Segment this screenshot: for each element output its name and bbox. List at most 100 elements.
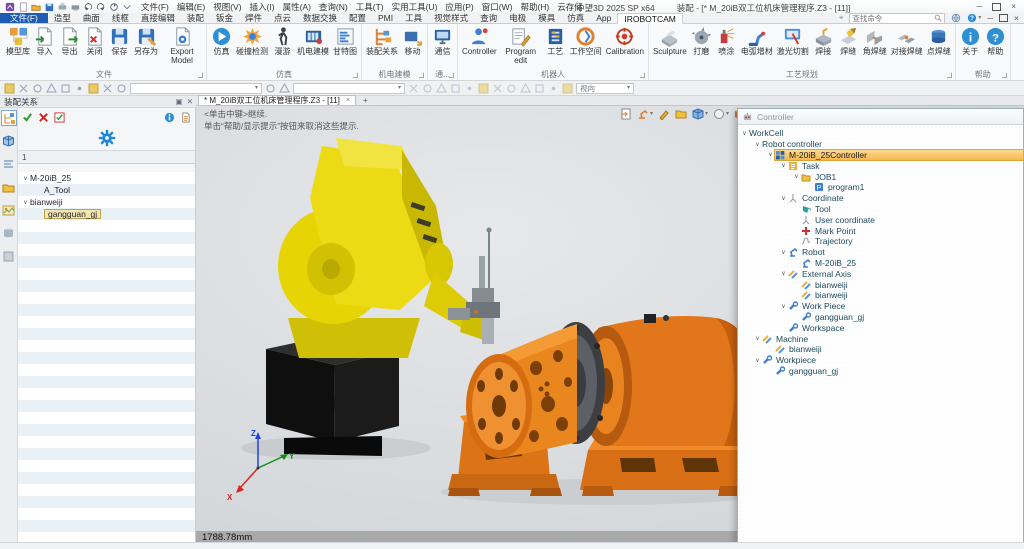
point-filter-icon[interactable] — [32, 83, 43, 94]
context-combo[interactable]: ▾ — [293, 83, 405, 94]
restore-button[interactable] — [992, 3, 1001, 11]
tree-node-bianweiji[interactable]: bianweiji — [738, 344, 1023, 355]
tree-node-m-20ib-25[interactable]: M-20iB_25 — [738, 258, 1023, 269]
ribbon-button-export-model[interactable]: Export Model — [160, 24, 204, 66]
pick-box-icon[interactable] — [422, 83, 433, 94]
ribbon-button-program-edit[interactable]: Program edit — [499, 24, 543, 66]
tree-node-workcell[interactable]: ∨WorkCell — [738, 128, 1023, 139]
expand-chevron-icon[interactable]: ∨ — [21, 199, 30, 206]
tree-node-user-coordinate[interactable]: User coordinate — [738, 214, 1023, 225]
expand-chevron-icon[interactable]: ∨ — [779, 270, 788, 277]
edge-filter-icon[interactable] — [46, 83, 57, 94]
expand-chevron-icon[interactable]: ∨ — [753, 335, 762, 342]
ribbon-button-fillet-weld[interactable]: 角焊缝 — [861, 24, 889, 57]
dialog-launcher-icon[interactable] — [419, 73, 424, 78]
panel-options-icon[interactable]: ▣ — [176, 97, 183, 106]
ribbon-button-about[interactable]: i关于 — [958, 24, 983, 57]
tree-node-tool[interactable]: Tool — [738, 204, 1023, 215]
session-manager-icon[interactable] — [2, 226, 16, 240]
structure-manager-icon[interactable] — [2, 157, 16, 171]
tree-node-bianweiji[interactable]: bianweiji — [738, 279, 1023, 290]
ribbon-tab-irobotcam[interactable]: IROBOTCAM — [617, 13, 682, 24]
ribbon-tab-app[interactable]: App — [590, 13, 617, 23]
ribbon-tab-item[interactable]: 仿真 — [561, 13, 590, 23]
menu-item-t[interactable]: 工具(T) — [356, 1, 384, 13]
axis-display-icon[interactable] — [18, 83, 29, 94]
list-item-a-tool[interactable]: A_Tool — [18, 184, 195, 196]
menu-item-i[interactable]: 插入(I) — [250, 1, 275, 13]
tree-node-program1[interactable]: Pprogram1 — [738, 182, 1023, 193]
tree-node-mark-point[interactable]: Mark Point — [738, 225, 1023, 236]
expand-chevron-icon[interactable]: ∨ — [740, 130, 749, 137]
select-filter-icon[interactable] — [408, 83, 419, 94]
ribbon-button-spraying[interactable]: 喷涂 — [714, 24, 739, 57]
snap-mid-icon[interactable] — [450, 83, 461, 94]
snap-intersect-icon[interactable] — [478, 83, 489, 94]
tree-node-robot[interactable]: ∨Robot — [738, 247, 1023, 258]
expand-chevron-icon[interactable]: ∨ — [779, 162, 788, 169]
assembly-manager-icon[interactable] — [2, 111, 16, 125]
ribbon-button-save[interactable]: 保存 — [107, 24, 132, 57]
grid-display-icon[interactable] — [4, 83, 15, 94]
ribbon-button-controller[interactable]: Controller — [460, 24, 499, 57]
qat-customize-caret-icon[interactable] — [122, 2, 132, 12]
dialog-launcher-icon[interactable] — [449, 73, 454, 78]
snap-grid-icon[interactable] — [534, 83, 545, 94]
ribbon-tab-item[interactable]: 模具 — [532, 13, 561, 23]
menu-item-w[interactable]: 窗口(W) — [482, 1, 513, 13]
document-tab[interactable]: * M_20iB双工位机床管理程序.Z3 - [11] × — [198, 95, 356, 105]
rotate-view-icon[interactable]: ▾ — [713, 108, 729, 120]
ribbon-button-welding[interactable]: 焊接 — [811, 24, 836, 57]
snap-free-icon[interactable] — [562, 83, 573, 94]
ribbon-button-arc-additive[interactable]: 电弧增材 — [739, 24, 775, 57]
ribbon-button-laser-cutting[interactable]: 激光切割 — [775, 24, 811, 57]
list-item-m-20ib-25[interactable]: ∨M-20iB_25 — [18, 172, 195, 184]
tree-node-work-piece[interactable]: ∨Work Piece — [738, 301, 1023, 312]
ribbon-tab-item[interactable]: 工具 — [399, 13, 428, 23]
ribbon-tab-item[interactable]: 钣金 — [210, 13, 239, 23]
dialog-launcher-icon[interactable] — [198, 73, 203, 78]
layer-manager-icon[interactable] — [2, 249, 16, 263]
tree-node-external-axis[interactable]: ∨External Axis — [738, 268, 1023, 279]
tab-close-icon[interactable]: × — [346, 97, 350, 104]
tree-node-robot-controller[interactable]: ∨Robot controller — [738, 139, 1023, 150]
tree-node-gangguan-gj[interactable]: gangguan_gj — [738, 312, 1023, 323]
confirm-check-icon[interactable] — [22, 112, 33, 123]
ribbon-tab-pmi[interactable]: PMI — [372, 13, 399, 23]
expand-chevron-icon[interactable]: ∨ — [779, 303, 788, 310]
ribbon-tab-item[interactable]: 线框 — [106, 13, 135, 23]
menu-item-e[interactable]: 编辑(E) — [177, 1, 205, 13]
ribbon-tab-item[interactable]: 直接编辑 — [135, 13, 181, 23]
ribbon-tab-item[interactable]: 曲面 — [77, 13, 106, 23]
selection-filter-combo[interactable]: ▾ — [130, 83, 262, 94]
menu-item-u[interactable]: 实用工具(U) — [392, 1, 438, 13]
new-tab-button[interactable]: + — [356, 96, 375, 105]
panel-close-icon[interactable]: ✕ — [187, 97, 193, 106]
list-item-gangguan-gj[interactable]: gangguan_gj — [18, 208, 195, 220]
ribbon-button-mechatronic-modeling[interactable]: 机电建模 — [295, 24, 331, 57]
new-file-icon[interactable] — [18, 2, 28, 12]
snap-point-icon[interactable] — [436, 83, 447, 94]
snap-tangent-icon[interactable] — [506, 83, 517, 94]
menu-item-n[interactable]: 查询(N) — [319, 1, 348, 13]
menu-item-v[interactable]: 视图(V) — [213, 1, 241, 13]
help-caret-icon[interactable]: ▾ — [978, 15, 981, 21]
ribbon-button-calibration[interactable]: Calibration — [604, 24, 646, 57]
snap-perp-icon[interactable] — [520, 83, 531, 94]
solid-manager-icon[interactable] — [2, 134, 16, 148]
ribbon-button-process[interactable]: 工艺 — [543, 24, 568, 57]
curve-filter-icon[interactable] — [102, 83, 113, 94]
tree-node-gangguan-gj[interactable]: gangguan_gj — [738, 366, 1023, 377]
tree-node-trajectory[interactable]: Trajectory — [738, 236, 1023, 247]
search-input[interactable] — [850, 14, 932, 22]
ribbon-button-butt-weld[interactable]: 对接焊缝 — [889, 24, 925, 57]
tree-node-job1[interactable]: ∨JOB1 — [738, 171, 1023, 182]
ribbon-tab-item[interactable]: 配置 — [343, 13, 372, 23]
ribbon-tab-item[interactable]: 点云 — [268, 13, 297, 23]
doc-restore-button[interactable] — [999, 14, 1008, 22]
open-folder-icon[interactable] — [675, 108, 687, 120]
plot-icon[interactable] — [70, 2, 80, 12]
ribbon-tab-item[interactable]: 查询 — [474, 13, 503, 23]
face-filter-icon[interactable] — [60, 83, 71, 94]
settings-gear-icon[interactable] — [97, 128, 117, 148]
